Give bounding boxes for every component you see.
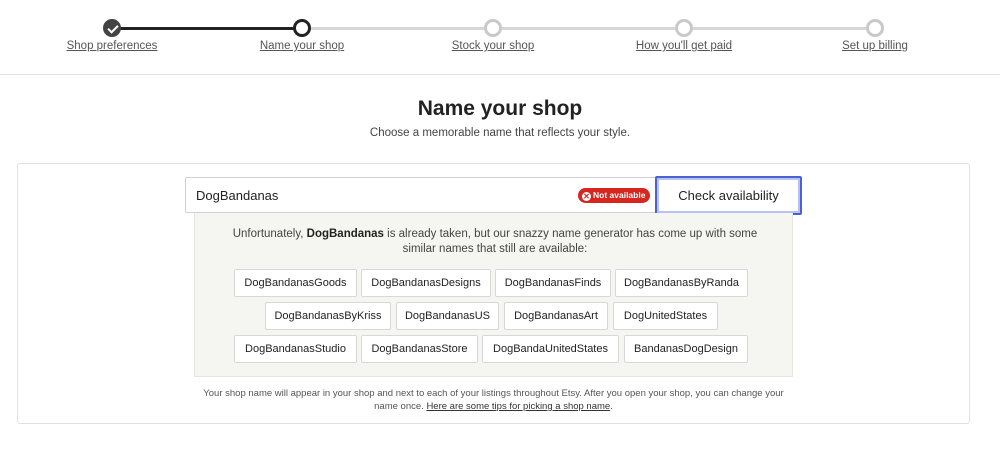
shop-name-footnote: Your shop name will appear in your shop …	[194, 387, 793, 413]
progress-track-complete	[112, 27, 302, 30]
suggestion-chip[interactable]: DogUnitedStates	[613, 302, 718, 330]
step-dot	[866, 19, 884, 37]
page-subtitle: Choose a memorable name that reflects yo…	[369, 127, 631, 139]
step-complete-check-icon	[103, 19, 121, 37]
step-link-set-up-billing[interactable]: Set up billing	[842, 40, 908, 52]
suggestion-chip[interactable]: DogBandanasByRanda	[615, 269, 748, 297]
message-shop-name: DogBandanas	[306, 228, 384, 240]
step-link-name-your-shop[interactable]: Name your shop	[260, 40, 344, 52]
progress-track-remaining	[302, 27, 875, 30]
close-circle-icon: ✕	[582, 192, 591, 201]
unavailable-message: Unfortunately, DogBandanas is already ta…	[215, 227, 775, 257]
suggestion-chip[interactable]: DogBandanasDesigns	[361, 269, 491, 297]
message-prefix: Unfortunately,	[232, 228, 307, 240]
step-dot	[484, 19, 502, 37]
step-link-how-youll-get-paid[interactable]: How you'll get paid	[636, 40, 732, 52]
suggestion-chip[interactable]: DogBandanasArt	[504, 302, 608, 330]
suggestion-chip[interactable]: DogBandanasStore	[361, 335, 478, 363]
suggestion-chip[interactable]: DogBandanasByKriss	[265, 302, 391, 330]
tips-link[interactable]: Here are some tips for picking a shop na…	[426, 401, 610, 412]
suggestion-chip[interactable]: DogBandanasGoods	[234, 269, 357, 297]
suggestion-chip[interactable]: DogBandaUnitedStates	[482, 335, 619, 363]
progress-stepper: Shop preferences Name your shop Stock yo…	[0, 0, 1000, 75]
page-title: Name your shop	[417, 97, 583, 120]
step-link-shop-preferences[interactable]: Shop preferences	[67, 40, 158, 52]
suggestion-chip[interactable]: DogBandanasStudio	[234, 335, 357, 363]
step-link-stock-your-shop[interactable]: Stock your shop	[452, 40, 534, 52]
check-availability-button[interactable]: Check availability	[655, 176, 802, 215]
footnote-end: .	[610, 401, 613, 412]
suggestion-chip[interactable]: DogBandanasFinds	[495, 269, 611, 297]
suggestion-chip[interactable]: BandanasDogDesign	[624, 335, 748, 363]
not-available-label: Not available	[593, 190, 646, 200]
message-suffix: is already taken, but our snazzy name ge…	[383, 228, 758, 255]
step-current-dot	[293, 19, 311, 37]
suggestion-chip[interactable]: DogBandanasUS	[396, 302, 499, 330]
step-dot	[675, 19, 693, 37]
not-available-badge: ✕ Not available	[578, 188, 651, 203]
